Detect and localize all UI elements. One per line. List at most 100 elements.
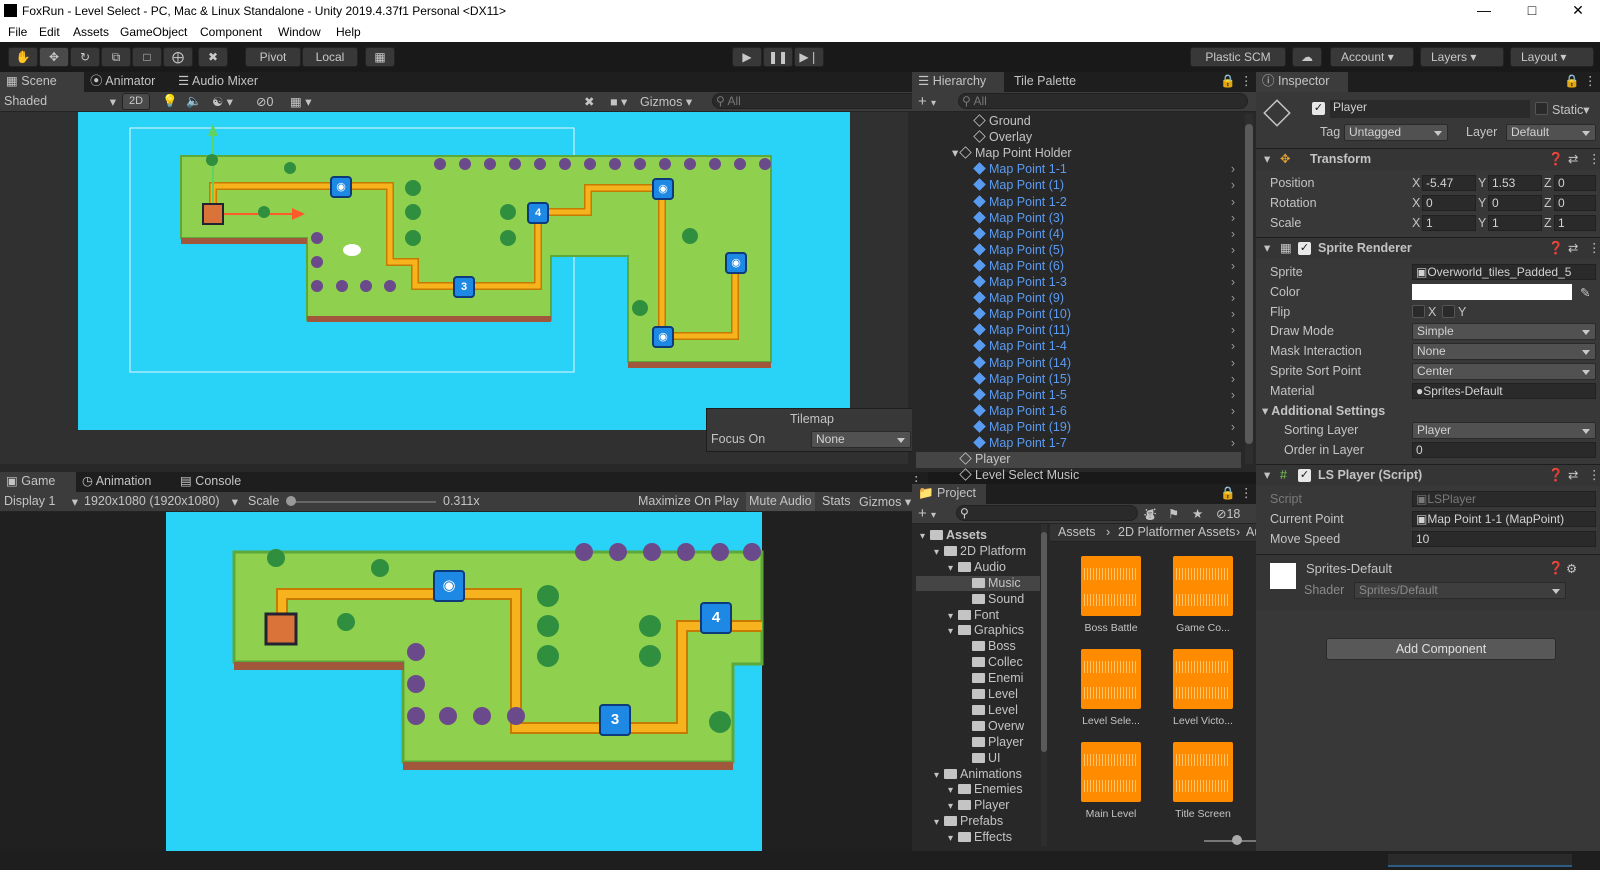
hierarchy-search-input[interactable]: ⚲ All <box>958 93 1248 109</box>
hierarchy-item[interactable]: Map Point (6) › <box>916 259 1241 275</box>
project-folder[interactable]: Music <box>916 575 1040 592</box>
sprite-renderer-enabled-checkbox[interactable]: ✓ <box>1298 242 1311 255</box>
stats-toggle[interactable]: Stats <box>822 494 851 508</box>
2d-toggle[interactable]: 2D <box>122 93 150 110</box>
sorting-layer-dropdown[interactable]: Player <box>1412 422 1596 439</box>
rotation-z-input[interactable]: 0 <box>1554 195 1596 211</box>
foldout-arrow-icon[interactable]: ▾ <box>948 783 958 798</box>
filter-type-icon[interactable]: ⛇ <box>1144 506 1157 524</box>
pause-button[interactable]: ❚❚ <box>763 47 793 67</box>
project-menu-icon[interactable]: ⋮ <box>1234 484 1259 504</box>
map-node[interactable]: 3 <box>453 276 475 298</box>
move-speed-input[interactable]: 10 <box>1412 531 1596 547</box>
hierarchy-item[interactable]: Ground <box>916 114 1241 130</box>
map-node[interactable]: ◉ <box>652 178 674 200</box>
chevron-right-icon[interactable]: › <box>1231 259 1235 274</box>
project-folder[interactable]: ▾ Font <box>916 608 1026 624</box>
project-folder[interactable]: ▾ Assets <box>916 528 1026 544</box>
material-field[interactable]: ●Sprites-Default <box>1412 383 1596 399</box>
ls-player-enabled-checkbox[interactable]: ✓ <box>1298 469 1311 482</box>
resolution-dropdown[interactable]: 1920x1080 (1920x1080) ▾ <box>84 494 238 509</box>
audio-icon[interactable]: 🔈 <box>186 94 202 109</box>
eyedropper-icon[interactable]: ✎ <box>1580 285 1590 300</box>
scale-x-input[interactable]: 1 <box>1422 215 1476 231</box>
project-folder[interactable]: ▾ Prefabs <box>916 814 1026 830</box>
hierarchy-item[interactable]: Map Point (9) › <box>916 291 1241 307</box>
chevron-right-icon[interactable]: › <box>1231 291 1235 306</box>
local-toggle[interactable]: Local <box>302 47 358 67</box>
filter-label-icon[interactable]: ⚑ <box>1168 506 1179 521</box>
audio-asset[interactable]: Boss Battle <box>1066 556 1156 634</box>
hierarchy-item[interactable]: Map Point 1-4 › <box>916 339 1241 355</box>
flip-x-checkbox[interactable] <box>1412 305 1425 318</box>
hierarchy-item[interactable]: Map Point 1-3 › <box>916 275 1241 291</box>
tab-tile-palette[interactable]: Tile Palette <box>1008 72 1082 92</box>
move-tool-icon[interactable]: ✥ <box>39 47 69 67</box>
chevron-right-icon[interactable]: › <box>1231 323 1235 338</box>
foldout-arrow-icon[interactable]: ▾ <box>1264 149 1270 170</box>
audio-asset[interactable]: Game Co... <box>1158 556 1248 634</box>
foldout-arrow-icon[interactable]: ▾ <box>948 831 958 846</box>
step-button[interactable]: ▶❘ <box>794 47 824 67</box>
foldout-arrow-icon[interactable]: ▾ <box>948 609 958 624</box>
hidden-packages-toggle[interactable]: ⊘18 <box>1216 506 1240 521</box>
game-view[interactable]: ◉ 3 4 <box>0 512 928 851</box>
static-checkbox[interactable] <box>1535 102 1548 115</box>
help-icon[interactable]: ❓ <box>1548 238 1564 259</box>
transform-tool-icon[interactable]: ⨁ <box>163 47 193 67</box>
scene-search-input[interactable]: ⚲ All <box>712 93 920 109</box>
maximize-button[interactable]: □ <box>1522 2 1542 18</box>
audio-asset[interactable]: Main Level <box>1066 742 1156 820</box>
layer-dropdown[interactable]: Default <box>1506 124 1596 141</box>
chevron-right-icon[interactable]: › <box>1231 404 1235 419</box>
breadcrumb-assets[interactable]: Assets <box>1058 525 1096 539</box>
project-folder[interactable]: ▾ Effects <box>916 830 1026 846</box>
foldout-arrow-icon[interactable]: ▾ <box>952 146 958 161</box>
tab-project[interactable]: 📁 Project <box>912 484 986 504</box>
chevron-right-icon[interactable]: › <box>1231 162 1235 177</box>
close-button[interactable]: ✕ <box>1568 2 1588 19</box>
project-search-input[interactable]: ⚲ <box>956 505 1138 521</box>
hierarchy-item[interactable]: Map Point (14) › <box>916 356 1241 372</box>
hierarchy-item[interactable]: Map Point (15) › <box>916 372 1241 388</box>
project-folder[interactable]: Level <box>916 703 1026 719</box>
preset-icon[interactable]: ⇄ <box>1568 465 1578 486</box>
mute-audio-toggle[interactable]: Mute Audio <box>746 492 815 511</box>
scale-slider-track[interactable] <box>288 501 436 503</box>
component-menu-icon[interactable]: ⋮ <box>1588 465 1600 486</box>
menu-file[interactable]: File <box>8 25 27 39</box>
menu-gameobject[interactable]: GameObject <box>120 25 187 39</box>
foldout-arrow-icon[interactable]: ▾ <box>948 799 958 814</box>
scale-tool-icon[interactable]: ⧉ <box>101 47 131 67</box>
chevron-right-icon[interactable]: › <box>1231 211 1235 226</box>
audio-asset[interactable]: Level Sele... <box>1066 649 1156 727</box>
scale-y-input[interactable]: 1 <box>1488 215 1542 231</box>
help-icon[interactable]: ❓ <box>1548 465 1564 486</box>
additional-settings-foldout[interactable]: ▾ Additional Settings <box>1262 403 1385 418</box>
hierarchy-item[interactable]: Map Point (10) › <box>916 307 1241 323</box>
focus-on-dropdown[interactable]: None <box>811 431 911 448</box>
project-folder[interactable]: Overw <box>916 719 1026 735</box>
create-button[interactable]: + ▾ <box>918 93 936 110</box>
hierarchy-item[interactable]: Map Point (11) › <box>916 323 1241 339</box>
map-node[interactable]: ◉ <box>725 252 747 274</box>
static-dropdown[interactable]: Static▾ <box>1552 102 1590 117</box>
map-node[interactable]: ◉ <box>330 176 352 198</box>
add-component-button[interactable]: Add Component <box>1326 638 1556 660</box>
project-folder[interactable]: Collec <box>916 655 1026 671</box>
chevron-right-icon[interactable]: › <box>1231 420 1235 435</box>
tag-dropdown[interactable]: Untagged <box>1344 124 1448 141</box>
breadcrumb-2d-platformer[interactable]: 2D Platformer Assets <box>1118 525 1235 539</box>
minimize-button[interactable]: — <box>1474 2 1494 18</box>
project-create-button[interactable]: + ▾ <box>918 505 936 522</box>
tools-icon[interactable]: ✖ <box>584 94 594 109</box>
map-node[interactable]: ◉ <box>652 326 674 348</box>
hierarchy-item[interactable]: Overlay <box>916 130 1241 146</box>
project-folder[interactable]: Player <box>916 735 1026 751</box>
rotation-x-input[interactable]: 0 <box>1422 195 1476 211</box>
ls-player-header[interactable]: ▾ # ✓ LS Player (Script) ❓ ⇄ ⋮ <box>1256 464 1600 486</box>
hierarchy-item[interactable]: Map Point (3) › <box>916 211 1241 227</box>
draw-mode-dropdown[interactable]: Simple <box>1412 323 1596 340</box>
account-dropdown[interactable]: Account ▾ <box>1330 47 1414 67</box>
thumbnail-size-handle[interactable] <box>1232 835 1242 845</box>
